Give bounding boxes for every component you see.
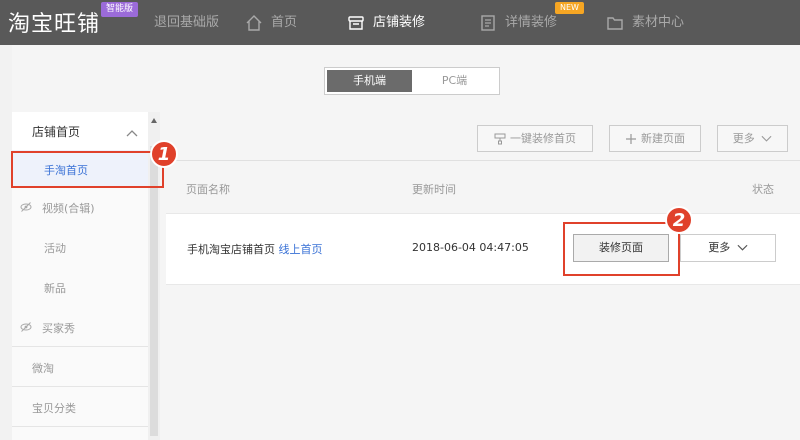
sidebar-item-activity[interactable]: 活动	[12, 228, 148, 266]
sidebar-item-label: 宝贝分类	[32, 402, 76, 415]
chevron-down-icon	[737, 244, 748, 251]
table-top-divider	[168, 160, 800, 161]
sidebar-group-store-home[interactable]: 店铺首页	[12, 112, 148, 150]
document-icon	[479, 14, 497, 32]
page-name-cell: 手机淘宝店铺首页 线上首页	[187, 241, 323, 257]
new-page-button[interactable]: 新建页面	[609, 125, 701, 152]
online-home-link[interactable]: 线上首页	[279, 243, 323, 256]
page-name: 手机淘宝店铺首页	[187, 243, 275, 256]
hidden-eye-icon	[20, 201, 32, 213]
sidebar-item-item-category[interactable]: 宝贝分类	[12, 388, 148, 426]
plus-icon	[626, 134, 636, 144]
sidebar-item-label: 活动	[44, 242, 66, 255]
nav-label: 首页	[271, 15, 298, 30]
sidebar-item-label: 视频(合辑)	[42, 202, 95, 215]
nav-label: 素材中心	[632, 15, 685, 30]
folder-icon	[606, 14, 624, 32]
nav-detail-decoration[interactable]: 详情装修	[479, 0, 557, 45]
step-1-number: 1	[158, 144, 171, 165]
more-button[interactable]: 更多	[717, 125, 788, 152]
nav-home[interactable]: 首页	[245, 0, 297, 45]
new-page-label: 新建页面	[641, 132, 685, 145]
device-switch: 手机端 PC端	[324, 67, 500, 95]
sidebar-group-label: 店铺首页	[32, 125, 81, 139]
sidebar-divider	[12, 386, 148, 387]
nav-back-to-basic[interactable]: 退回基础版	[154, 0, 219, 45]
top-nav-bar: 淘宝旺铺 智能版 退回基础版 首页 店铺装修 详情装修 NEW 素材中心	[0, 0, 800, 45]
column-header-status: 状态	[752, 183, 774, 196]
annotation-box-1	[11, 151, 164, 188]
column-header-page-name: 页面名称	[186, 183, 230, 196]
annotation-box-2	[563, 222, 680, 276]
one-click-decorate-button[interactable]: 一键装修首页	[477, 125, 593, 152]
nav-label: 详情装修	[505, 15, 558, 30]
new-badge: NEW	[555, 2, 584, 14]
column-header-updated: 更新时间	[412, 183, 456, 196]
sidebar-item-label: 买家秀	[42, 322, 75, 335]
home-icon	[245, 14, 263, 32]
updated-time-cell: 2018-06-04 04:47:05	[412, 241, 529, 254]
nav-label: 退回基础版	[154, 15, 220, 30]
nav-material-center[interactable]: 素材中心	[606, 0, 684, 45]
chevron-down-icon	[761, 135, 772, 142]
tab-mobile[interactable]: 手机端	[327, 70, 412, 92]
paint-roller-icon	[494, 133, 506, 145]
sidebar-item-new-products[interactable]: 新品	[12, 268, 148, 306]
sidebar-item-label: 微淘	[32, 362, 54, 375]
scroll-up-arrow-icon[interactable]	[151, 118, 157, 123]
step-1-marker: 1	[149, 139, 179, 169]
left-edge	[0, 45, 12, 440]
scrollbar-thumb[interactable]	[150, 146, 158, 436]
edition-badge: 智能版	[101, 2, 139, 17]
row-more-label: 更多	[708, 241, 731, 254]
chevron-up-icon[interactable]	[126, 126, 138, 137]
sidebar-item-label: 新品	[44, 282, 66, 295]
row-more-button[interactable]: 更多	[680, 234, 776, 262]
sidebar-divider	[12, 426, 148, 427]
step-2-marker: 2	[664, 205, 694, 235]
step-2-number: 2	[673, 210, 686, 231]
store-icon	[347, 14, 365, 32]
more-label: 更多	[732, 132, 755, 145]
sidebar-item-weitao[interactable]: 微淘	[12, 348, 148, 386]
sidebar-item-buyer-show[interactable]: 买家秀	[12, 308, 148, 346]
one-click-label: 一键装修首页	[510, 132, 576, 145]
app-logo: 淘宝旺铺	[8, 12, 101, 37]
tab-pc[interactable]: PC端	[412, 70, 497, 92]
nav-store-decoration[interactable]: 店铺装修	[347, 0, 425, 45]
hidden-eye-icon	[20, 321, 32, 333]
sidebar-divider	[12, 346, 148, 347]
sidebar-item-video[interactable]: 视频(合辑)	[12, 188, 148, 226]
nav-label: 店铺装修	[373, 15, 426, 30]
